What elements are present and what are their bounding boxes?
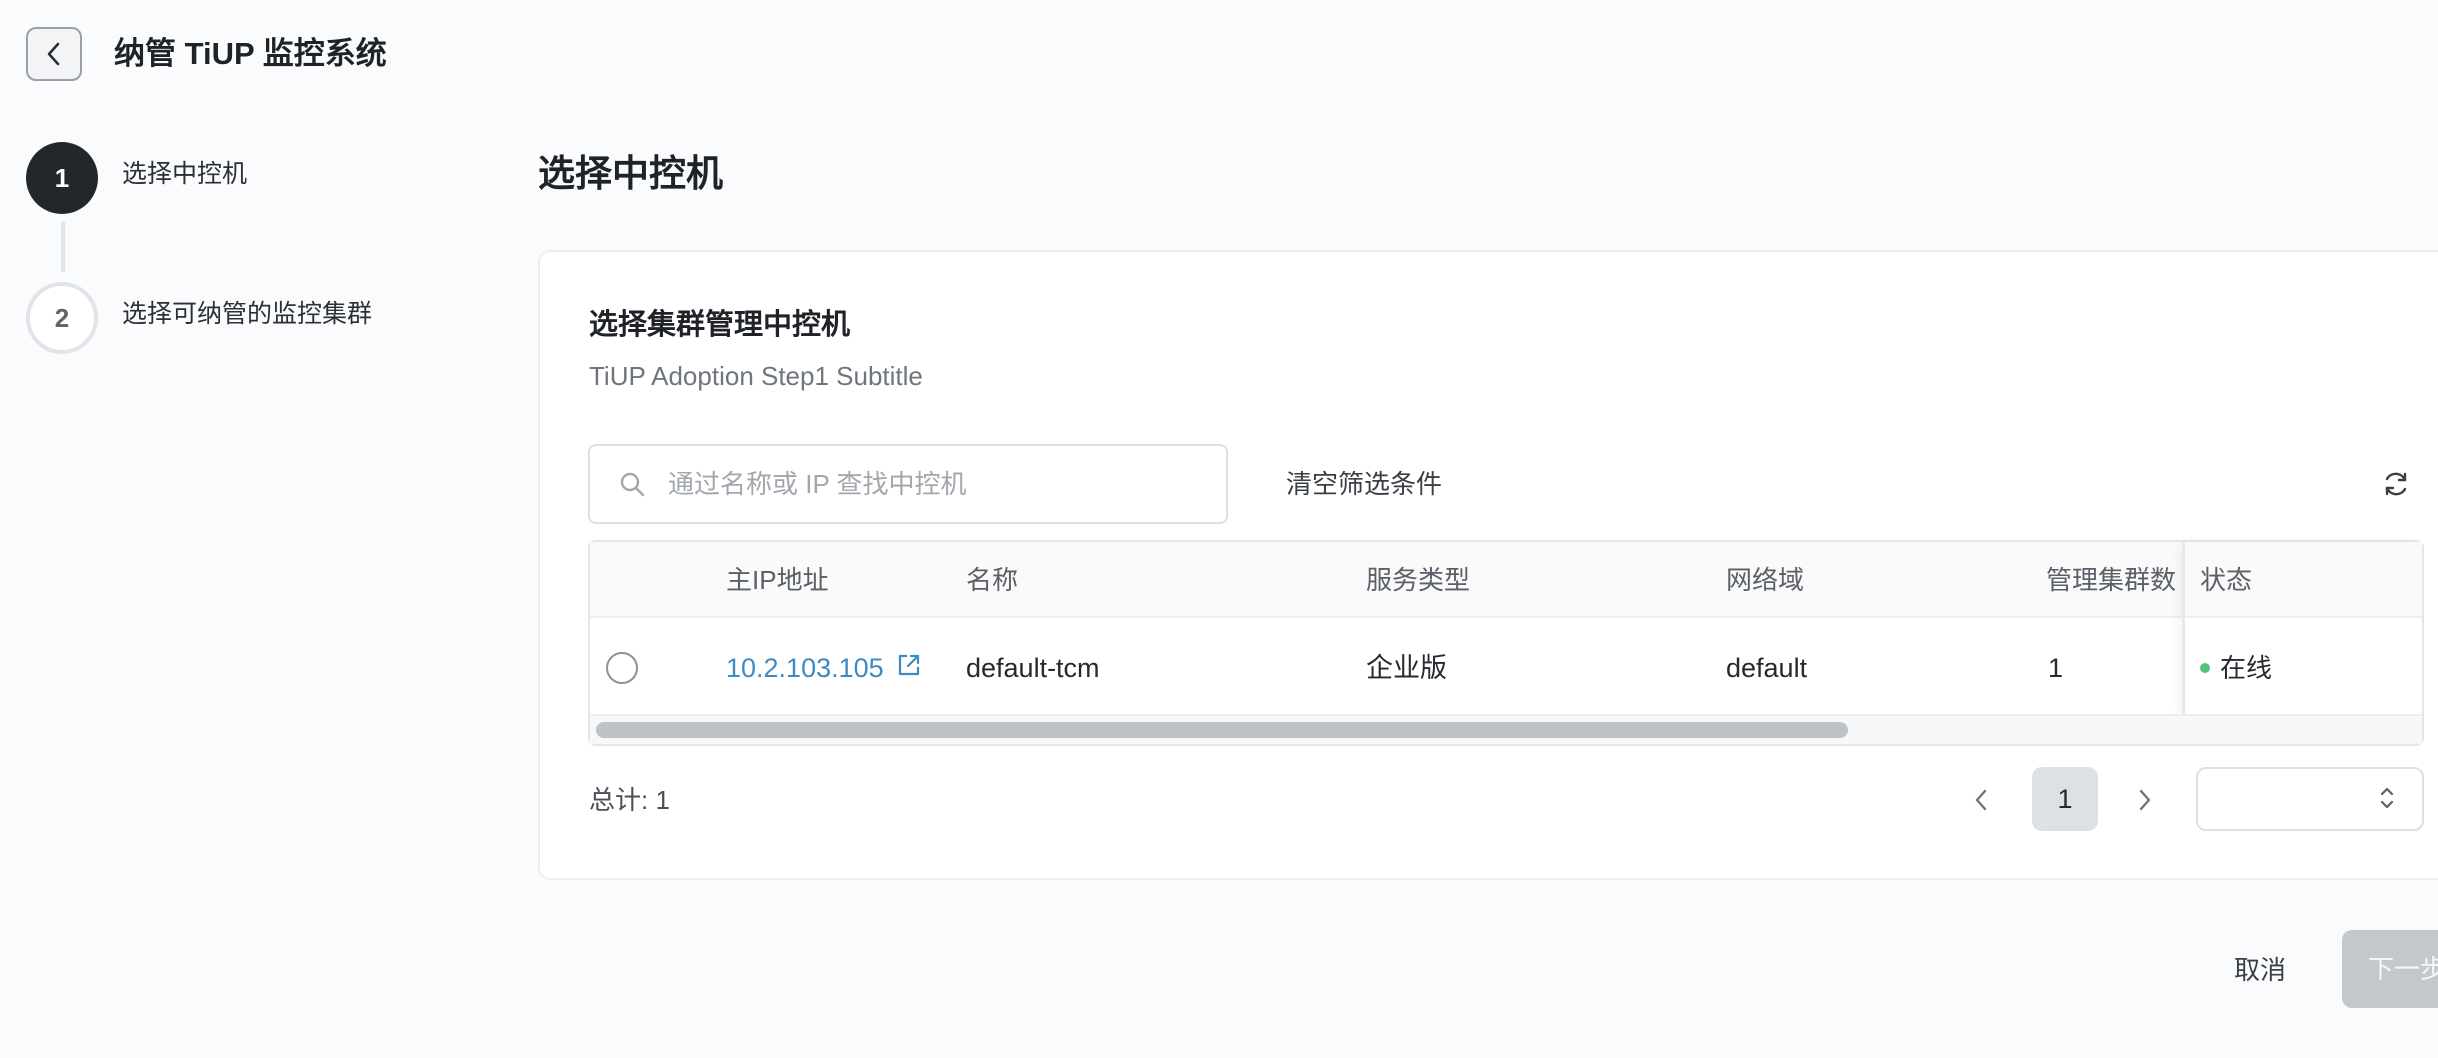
- column-header-ip[interactable]: 主IP地址: [726, 562, 829, 598]
- cancel-button[interactable]: 取消: [2218, 950, 2302, 990]
- status-online-dot: [2200, 663, 2210, 673]
- service-type-cell: 企业版: [1366, 653, 1447, 683]
- cluster-count-cell: 1: [2048, 653, 2064, 683]
- scrollbar-thumb[interactable]: [596, 722, 1848, 738]
- row-select-radio[interactable]: [606, 652, 638, 684]
- next-page-icon[interactable]: [2130, 782, 2160, 818]
- host-name-cell: default-tcm: [966, 653, 1100, 683]
- search-icon: [620, 472, 645, 497]
- external-link-icon[interactable]: [896, 652, 922, 678]
- card-subtitle: TiUP Adoption Step1 Subtitle: [589, 361, 923, 391]
- network-domain-cell: default: [1726, 653, 1808, 683]
- refresh-icon[interactable]: [2380, 468, 2412, 500]
- step-connector: [61, 222, 65, 272]
- total-count: 总计: 1: [589, 785, 670, 815]
- column-header-status[interactable]: 状态: [2200, 562, 2252, 598]
- page-1-button[interactable]: 1: [2032, 767, 2098, 831]
- prev-page-icon[interactable]: [1966, 782, 1996, 818]
- back-button[interactable]: [26, 27, 82, 81]
- step-2-label: 选择可纳管的监控集群: [122, 300, 373, 328]
- chevron-up-down-icon: [2380, 787, 2394, 809]
- status-cell: 在线: [2220, 653, 2273, 683]
- search-input[interactable]: [668, 458, 1208, 510]
- column-header-service-type[interactable]: 服务类型: [1366, 562, 1470, 598]
- clear-filter-button[interactable]: 清空筛选条件: [1286, 466, 1442, 502]
- column-header-network-domain[interactable]: 网络域: [1726, 562, 1804, 598]
- column-header-name[interactable]: 名称: [966, 562, 1018, 598]
- next-step-button[interactable]: 下一步: [2342, 930, 2438, 1008]
- step-2-indicator: 2: [26, 282, 98, 354]
- step-1-indicator: 1: [26, 142, 98, 214]
- host-ip-link[interactable]: 10.2.103.105: [726, 650, 884, 686]
- chevron-left-icon: [47, 42, 60, 66]
- step-1-label: 选择中控机: [122, 160, 248, 188]
- card-title: 选择集群管理中控机: [589, 309, 851, 341]
- section-title: 选择中控机: [538, 153, 723, 194]
- column-header-cluster-count[interactable]: 管理集群数: [2046, 562, 2176, 598]
- page-title: 纳管 TiUP 监控系统: [114, 36, 387, 71]
